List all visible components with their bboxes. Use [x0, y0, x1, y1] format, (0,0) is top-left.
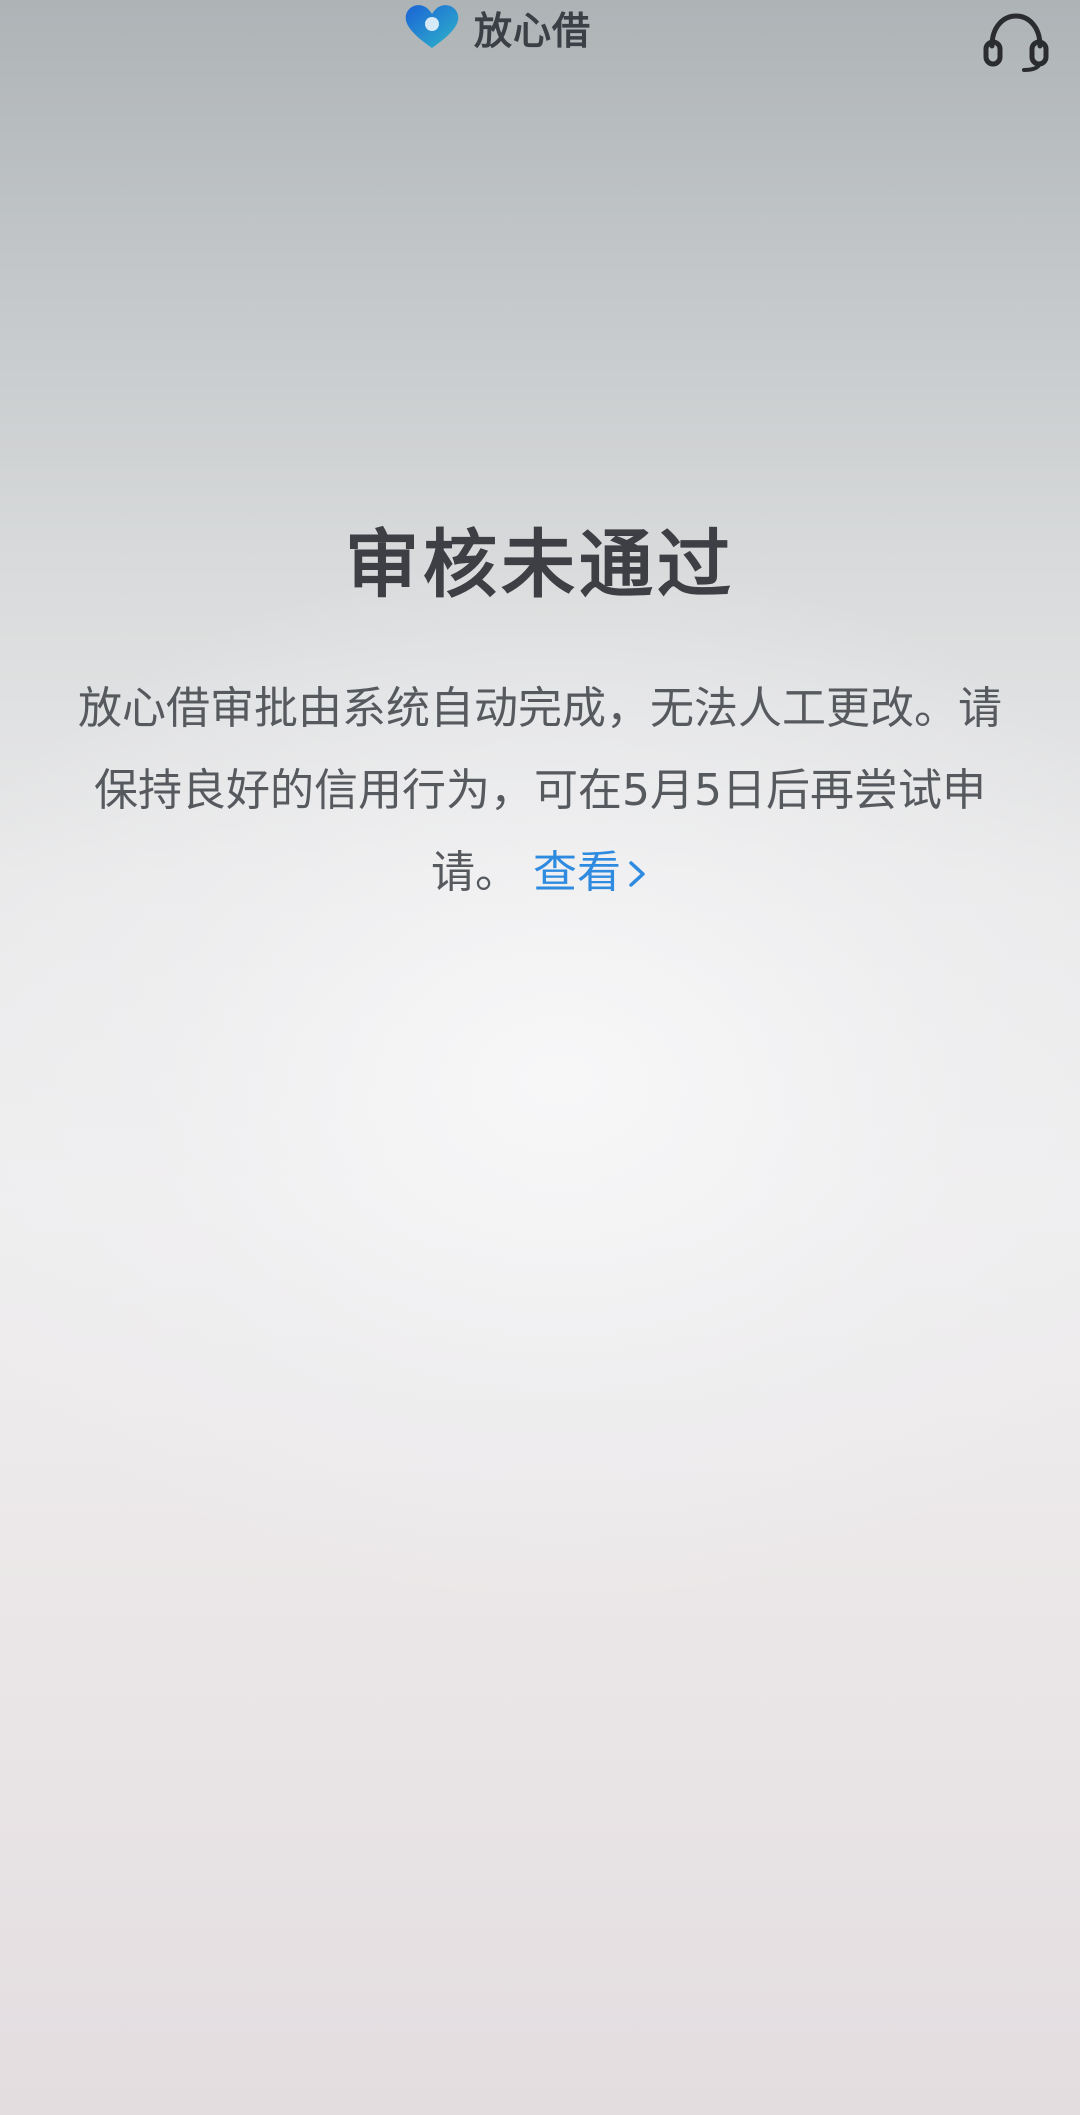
- result-title: 审核未通过: [345, 522, 735, 608]
- headset-icon: [980, 8, 1052, 72]
- top-bar: 放心借: [0, 0, 1080, 72]
- chevron-right-icon: [625, 857, 649, 891]
- brand-name: 放心借: [474, 8, 592, 53]
- result-description: 放心借审批由系统自动完成，无法人工更改。请保持良好的信用行为，可在5月5日后再尝…: [60, 668, 1020, 914]
- view-details-link[interactable]: 查看: [533, 847, 649, 898]
- brand: 放心借: [402, 2, 592, 53]
- customer-service-button[interactable]: [980, 8, 1052, 72]
- view-link-label: 查看: [533, 847, 621, 898]
- heart-logo-icon: [402, 2, 462, 52]
